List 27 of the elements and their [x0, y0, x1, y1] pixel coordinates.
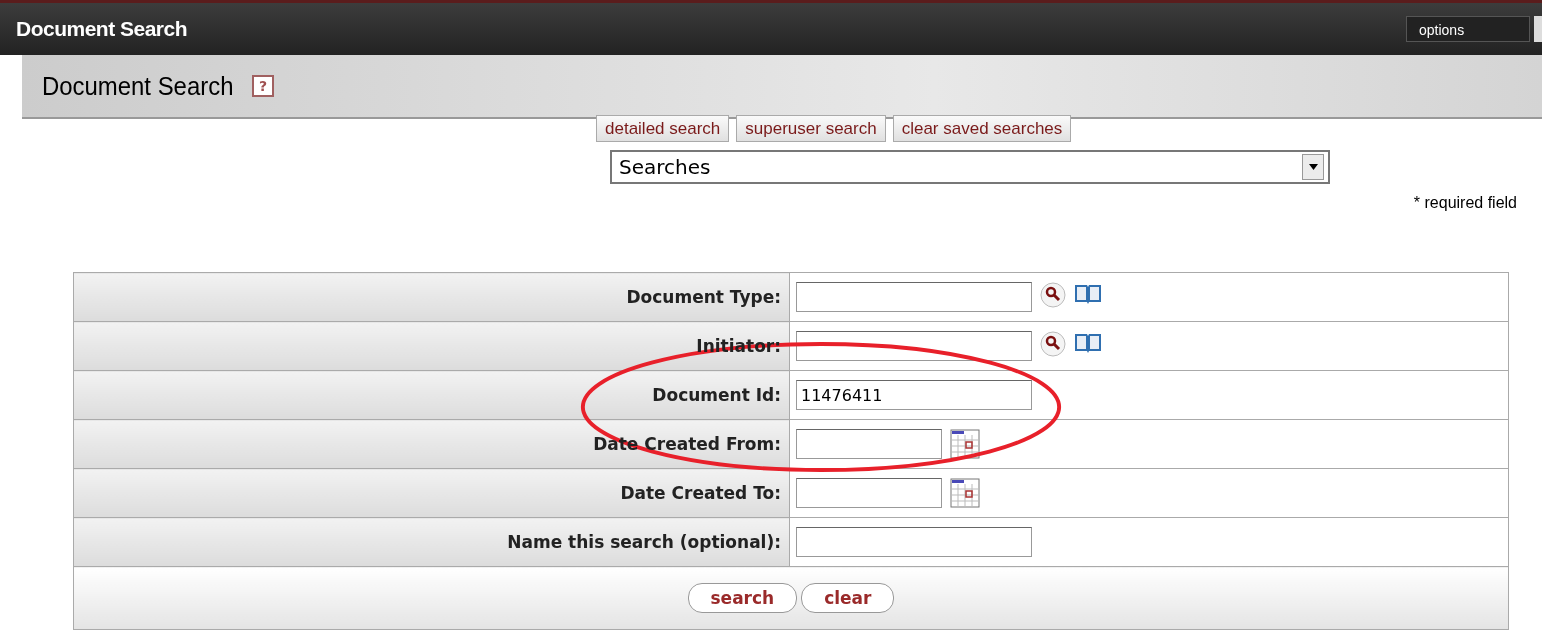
search-tab[interactable]: superuser search: [736, 115, 886, 142]
input-field[interactable]: 11476411: [796, 380, 1032, 410]
search-tab[interactable]: detailed search: [596, 115, 730, 142]
book-icon[interactable]: [1074, 282, 1102, 306]
calendar-icon[interactable]: [950, 478, 980, 508]
input-field[interactable]: [796, 282, 1032, 312]
calendar-icon[interactable]: [950, 429, 980, 459]
form-button[interactable]: clear: [801, 583, 895, 613]
search-tab[interactable]: clear saved searches: [892, 115, 1072, 142]
search-icon[interactable]: [1040, 282, 1066, 308]
book-icon[interactable]: [1074, 331, 1102, 355]
form-button[interactable]: search: [687, 583, 798, 613]
options-menu[interactable]: options: [1406, 16, 1530, 42]
help-icon[interactable]: ?: [252, 75, 275, 97]
field-label: Document Type:: [626, 287, 781, 307]
required-field-note: * required field: [1412, 194, 1517, 212]
window-title: Document Search: [16, 17, 188, 41]
saved-searches-dropdown[interactable]: Searches: [610, 150, 1330, 184]
date-field[interactable]: [796, 478, 942, 508]
page-title: Document Search: [42, 70, 234, 102]
field-label: Document Id:: [652, 385, 781, 405]
field-label: Date Created To:: [620, 483, 781, 503]
field-label: Name this search (optional):: [507, 532, 781, 552]
search-icon[interactable]: [1040, 331, 1066, 357]
date-field[interactable]: [796, 429, 942, 459]
input-field[interactable]: [796, 527, 1032, 557]
options-toggle[interactable]: [1534, 16, 1542, 42]
